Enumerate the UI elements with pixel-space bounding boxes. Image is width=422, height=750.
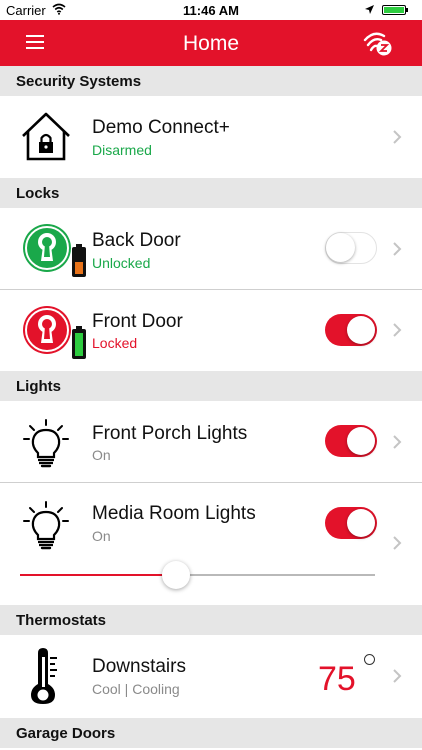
degree-symbol	[364, 654, 375, 665]
lightbulb-icon	[22, 501, 70, 556]
light-status: On	[92, 528, 111, 544]
chevron-right-icon	[392, 322, 402, 338]
lightbulb-icon	[22, 419, 70, 474]
top-nav-bar: Home	[0, 20, 422, 66]
thermometer-icon	[28, 647, 64, 710]
thermostat-temperature: 75	[318, 660, 356, 698]
dimmer-slider-fill	[20, 574, 177, 576]
dimmer-slider-thumb[interactable]	[162, 561, 191, 589]
lock-row-front-door[interactable]: Front Door Locked	[0, 290, 422, 371]
location-arrow-icon	[364, 3, 375, 18]
lock-name: Front Door	[92, 311, 183, 332]
chevron-right-icon	[392, 129, 402, 145]
light-toggle-media-room[interactable]	[325, 507, 377, 539]
lock-status: Unlocked	[92, 255, 151, 271]
page-title: Home	[182, 32, 240, 55]
green-keyhole-icon	[20, 222, 90, 285]
light-row-media-room[interactable]: Media Room Lights On	[0, 483, 422, 605]
battery-icon	[382, 5, 408, 15]
light-status: On	[92, 447, 111, 463]
security-system-status: Disarmed	[92, 142, 152, 158]
chevron-right-icon	[392, 434, 402, 450]
section-header-garage: Garage Doors	[0, 718, 422, 748]
lock-toggle-front-door[interactable]	[325, 314, 377, 346]
light-row-front-porch[interactable]: Front Porch Lights On	[0, 401, 422, 482]
dimmer-slider-track[interactable]	[176, 574, 375, 576]
chevron-right-icon	[392, 668, 402, 684]
light-name: Front Porch Lights	[92, 423, 248, 444]
lock-row-back-door[interactable]: Back Door Unlocked	[0, 208, 422, 289]
lock-name: Back Door	[92, 230, 181, 251]
clock: 11:46 AM	[183, 3, 239, 18]
thermostat-status: Cool | Cooling	[92, 681, 180, 697]
section-header-lights: Lights	[0, 371, 422, 401]
lock-status: Locked	[92, 335, 138, 351]
thermostat-name: Downstairs	[92, 656, 186, 677]
light-name: Media Room Lights	[92, 503, 256, 524]
chevron-right-icon	[392, 241, 402, 257]
security-system-row[interactable]: Demo Connect+ Disarmed	[0, 96, 422, 178]
red-keyhole-icon	[20, 304, 90, 367]
section-header-security: Security Systems	[0, 66, 422, 96]
thermostat-row-downstairs[interactable]: Downstairs Cool | Cooling	[0, 635, 422, 718]
house-lock-icon	[20, 110, 72, 167]
chevron-right-icon	[392, 535, 402, 551]
lock-toggle-back-door[interactable]	[325, 232, 377, 264]
section-header-thermostats: Thermostats	[0, 605, 422, 635]
status-bar: Carrier 11:46 AM	[0, 0, 422, 20]
section-header-locks: Locks	[0, 178, 422, 208]
light-toggle-front-porch[interactable]	[325, 425, 377, 457]
security-system-name: Demo Connect+	[92, 117, 230, 138]
z-wave-signal-icon[interactable]	[362, 28, 394, 58]
